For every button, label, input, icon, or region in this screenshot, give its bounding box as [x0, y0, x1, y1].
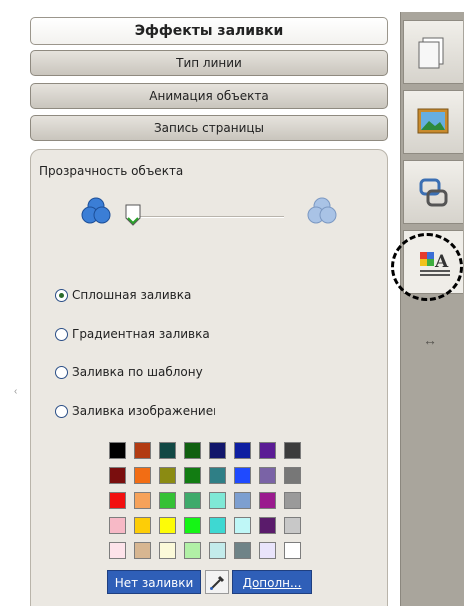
properties-panel: Эффекты заливки Тип линии Анимация объек… — [28, 12, 394, 606]
picture-icon — [417, 108, 449, 134]
page-sorter-button[interactable] — [403, 20, 463, 84]
gallery-button[interactable] — [403, 90, 463, 154]
color-swatch[interactable] — [109, 492, 126, 509]
color-swatch[interactable] — [209, 442, 226, 459]
color-swatch[interactable] — [209, 492, 226, 509]
color-swatch[interactable] — [234, 467, 251, 484]
color-swatch[interactable] — [159, 442, 176, 459]
color-swatch[interactable] — [109, 517, 126, 534]
radio-button[interactable] — [55, 327, 68, 341]
no-fill-button[interactable]: Нет заливки — [107, 570, 201, 594]
radio-label: Заливка по шаблону — [72, 365, 203, 379]
color-swatch[interactable] — [134, 492, 151, 509]
radio-pattern-fill[interactable]: Заливка по шаблону — [55, 365, 221, 379]
color-swatch[interactable] — [234, 492, 251, 509]
color-swatch[interactable] — [209, 467, 226, 484]
transparency-slider-thumb[interactable] — [125, 204, 141, 226]
eyedropper-button[interactable] — [205, 570, 229, 594]
color-swatch[interactable] — [259, 517, 276, 534]
color-swatch[interactable] — [184, 492, 201, 509]
color-swatch[interactable] — [209, 542, 226, 559]
color-swatch[interactable] — [184, 467, 201, 484]
color-swatch[interactable] — [234, 517, 251, 534]
fill-effects-content: Прозрачность объекта Сплошная заливка Гр… — [30, 149, 388, 606]
link-icon — [419, 178, 448, 207]
right-toolbar: A ↔ — [400, 12, 464, 606]
tab-fill-effects[interactable]: Эффекты заливки — [30, 17, 388, 45]
page-icon — [418, 37, 444, 69]
color-swatch[interactable] — [284, 492, 301, 509]
eyedropper-icon — [210, 575, 225, 590]
color-swatch[interactable] — [134, 467, 151, 484]
radio-label: Сплошная заливка — [72, 288, 192, 302]
color-swatch[interactable] — [284, 442, 301, 459]
color-swatch[interactable] — [134, 542, 151, 559]
radio-solid-fill[interactable]: Сплошная заливка — [55, 288, 225, 302]
color-swatch[interactable] — [184, 542, 201, 559]
color-swatch[interactable] — [159, 542, 176, 559]
color-swatch[interactable] — [134, 517, 151, 534]
color-swatch[interactable] — [209, 517, 226, 534]
color-swatch[interactable] — [259, 442, 276, 459]
color-swatch[interactable] — [184, 517, 201, 534]
transparency-slider[interactable] — [129, 216, 284, 218]
color-swatch[interactable] — [234, 442, 251, 459]
color-swatch[interactable] — [159, 492, 176, 509]
color-swatch[interactable] — [134, 442, 151, 459]
tab-object-animation[interactable]: Анимация объекта — [30, 83, 388, 109]
radio-image-fill[interactable]: Заливка изображением — [55, 404, 215, 418]
color-swatch[interactable] — [284, 467, 301, 484]
color-swatch[interactable] — [259, 492, 276, 509]
radio-button[interactable] — [55, 365, 68, 379]
radio-gradient-fill[interactable]: Градиентная заливка — [55, 327, 217, 341]
color-swatch[interactable] — [109, 467, 126, 484]
more-colors-button[interactable]: Дополн... — [232, 570, 312, 594]
color-swatch[interactable] — [259, 542, 276, 559]
attachments-button[interactable] — [403, 160, 463, 224]
radio-button[interactable] — [55, 288, 68, 302]
tab-line-type[interactable]: Тип линии — [30, 50, 388, 76]
tab-page-recording[interactable]: Запись страницы — [30, 115, 388, 141]
color-swatch[interactable] — [259, 467, 276, 484]
color-swatch[interactable] — [284, 542, 301, 559]
radio-label: Градиентная заливка — [72, 327, 210, 341]
color-swatch[interactable] — [109, 542, 126, 559]
color-swatch[interactable] — [184, 442, 201, 459]
color-palette — [109, 442, 309, 567]
opaque-circles-icon — [81, 197, 111, 224]
color-swatch[interactable] — [234, 542, 251, 559]
color-swatch[interactable] — [159, 517, 176, 534]
edge-mark: ‹ — [14, 386, 18, 397]
transparency-label: Прозрачность объекта — [39, 164, 184, 178]
color-swatch[interactable] — [284, 517, 301, 534]
highlight-annotation — [391, 233, 463, 301]
color-swatch[interactable] — [159, 467, 176, 484]
transparent-circles-icon — [307, 197, 337, 224]
color-swatch[interactable] — [109, 442, 126, 459]
radio-label: Заливка изображением — [72, 404, 215, 418]
collapse-toggle-icon[interactable]: ↔ — [423, 332, 437, 348]
radio-button[interactable] — [55, 404, 68, 418]
